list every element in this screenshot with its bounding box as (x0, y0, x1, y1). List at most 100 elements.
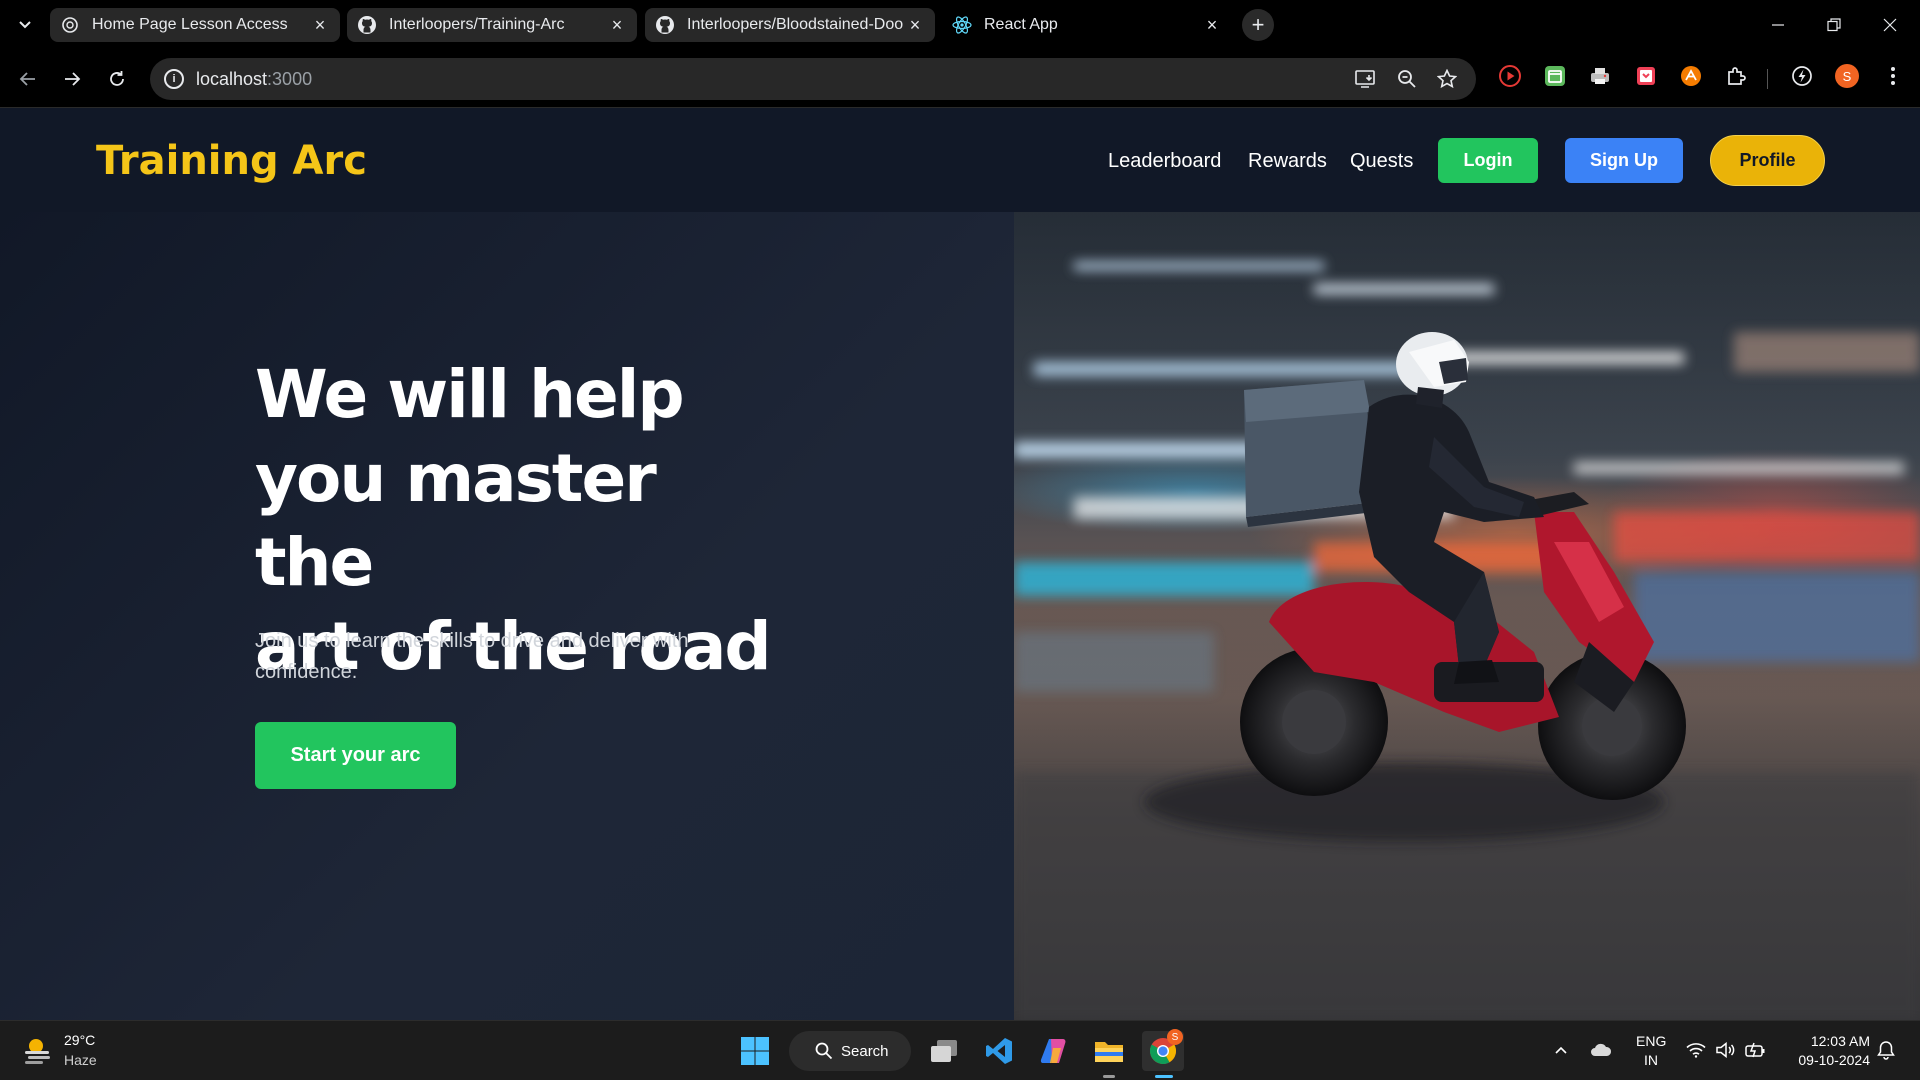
openai-icon (60, 15, 80, 35)
region-code: IN (1644, 1052, 1658, 1068)
install-app-icon[interactable] (1354, 67, 1378, 91)
browser-tab-bar: Home Page Lesson Access × Interloopers/T… (0, 0, 1920, 50)
signup-button[interactable]: Sign Up (1565, 138, 1683, 183)
more-vertical-icon (1891, 67, 1895, 85)
react-icon (952, 15, 972, 35)
green-extension-icon[interactable] (1542, 63, 1568, 89)
arrow-right-icon (65, 72, 81, 86)
show-hidden-icons-button[interactable] (1548, 1037, 1574, 1063)
new-tab-button[interactable]: + (1242, 9, 1274, 41)
profile-avatar[interactable]: S (1834, 63, 1860, 89)
nav-link-leaderboard[interactable]: Leaderboard (1108, 150, 1221, 173)
close-window-button[interactable] (1862, 0, 1918, 50)
nav-link-rewards[interactable]: Rewards (1248, 150, 1327, 173)
tab-title: React App (984, 16, 1058, 33)
tab-bloodstained-repo[interactable]: Interloopers/Bloodstained-Doo × (645, 8, 935, 42)
bookmark-star-icon[interactable] (1435, 67, 1459, 91)
search-label: Search (841, 1042, 889, 1060)
tab-title: Home Page Lesson Access (92, 16, 288, 33)
extensions-puzzle-icon[interactable] (1723, 63, 1749, 89)
file-explorer-app[interactable] (1091, 1033, 1127, 1069)
weather-temperature[interactable]: 29°C (64, 1032, 95, 1048)
forward-button[interactable] (56, 63, 88, 95)
windows-taskbar: 29°C Haze Search S ENG IN 12:03 AM 09-10… (0, 1020, 1920, 1080)
start-your-arc-button[interactable]: Start your arc (255, 722, 456, 789)
back-button[interactable] (12, 63, 44, 95)
volume-icon[interactable] (1713, 1037, 1739, 1063)
task-view-button[interactable] (926, 1033, 962, 1069)
onedrive-icon[interactable] (1588, 1037, 1614, 1063)
url-port: :3000 (267, 69, 313, 89)
clock-time: 12:03 AM (1810, 1033, 1870, 1049)
pocket-extension-icon[interactable] (1633, 63, 1659, 89)
app-running-indicator (1103, 1075, 1115, 1078)
tab-home-page-lesson-access[interactable]: Home Page Lesson Access × (50, 8, 340, 42)
url-text[interactable]: localhost:3000 (196, 69, 312, 90)
chrome-profile-badge: S (1167, 1029, 1183, 1045)
start-button[interactable] (737, 1033, 773, 1069)
close-icon (1883, 18, 1897, 32)
address-bar[interactable]: i localhost:3000 (150, 58, 1476, 100)
browser-menu-button[interactable] (1880, 63, 1906, 89)
taskbar-clock[interactable]: 12:03 AM 09-10-2024 (1780, 1032, 1870, 1070)
tab-search-button[interactable] (10, 10, 40, 40)
youtube-extension-icon[interactable] (1497, 63, 1523, 89)
chevron-up-icon (1555, 1046, 1567, 1054)
app-active-indicator (1155, 1075, 1173, 1078)
login-button[interactable]: Login (1438, 138, 1538, 183)
hero-title-line: We will help (255, 356, 685, 433)
hero-image (1014, 212, 1920, 1020)
tab-react-app[interactable]: React App × (942, 8, 1232, 42)
copilot-app[interactable] (1036, 1033, 1072, 1069)
weather-haze-icon[interactable] (22, 1036, 52, 1066)
site-logo[interactable]: Training Arc (96, 138, 367, 184)
language-code: ENG (1636, 1033, 1667, 1049)
input-language-indicator[interactable]: ENG IN (1636, 1032, 1666, 1070)
site-header: Training Arc Leaderboard Rewards Quests … (0, 108, 1920, 212)
minimize-window-button[interactable] (1750, 0, 1806, 50)
nav-link-quests[interactable]: Quests (1350, 150, 1413, 173)
minimize-icon (1772, 24, 1784, 26)
github-icon (357, 15, 377, 35)
close-tab-icon[interactable]: × (607, 15, 627, 35)
toolbar-divider (1767, 69, 1768, 89)
tab-title: Interloopers/Bloodstained-Doo (687, 16, 904, 33)
wifi-icon[interactable] (1683, 1037, 1709, 1063)
close-tab-icon[interactable]: × (905, 15, 925, 35)
restore-icon (1827, 18, 1841, 32)
reload-button[interactable] (101, 63, 133, 95)
clock-date: 09-10-2024 (1798, 1052, 1870, 1068)
chrome-app[interactable]: S (1142, 1029, 1184, 1071)
chevron-down-icon (19, 21, 31, 29)
zoom-icon[interactable] (1395, 67, 1419, 91)
profile-button[interactable]: Profile (1710, 135, 1825, 186)
tab-title: Interloopers/Training-Arc (389, 16, 565, 33)
restore-window-button[interactable] (1806, 0, 1862, 50)
hero-title-line: you master the (255, 440, 657, 601)
printer-extension-icon[interactable] (1587, 63, 1613, 89)
battery-charging-icon[interactable] (1743, 1037, 1769, 1063)
tab-training-arc-repo[interactable]: Interloopers/Training-Arc × (347, 8, 637, 42)
close-tab-icon[interactable]: × (310, 15, 330, 35)
url-host: localhost (196, 69, 268, 89)
folder-icon (1095, 1042, 1123, 1062)
taskbar-search[interactable]: Search (789, 1031, 911, 1071)
vscode-icon (986, 1038, 1012, 1064)
performance-icon[interactable] (1789, 63, 1815, 89)
browser-toolbar: i localhost:3000 S (0, 50, 1920, 108)
search-icon (815, 1042, 833, 1060)
copilot-icon (1040, 1039, 1066, 1063)
vscode-app[interactable] (981, 1033, 1017, 1069)
web-page: Training Arc Leaderboard Rewards Quests … (0, 108, 1920, 1020)
hero-subtitle: Join us to learn the skills to drive and… (255, 630, 689, 683)
profile-initial: S (1835, 64, 1859, 88)
arrow-left-icon (19, 72, 35, 86)
notifications-bell-icon[interactable] (1873, 1037, 1899, 1063)
github-icon (655, 15, 675, 35)
task-view-icon (931, 1040, 957, 1062)
weather-condition[interactable]: Haze (64, 1052, 97, 1068)
windows-logo-icon (741, 1037, 769, 1065)
close-tab-icon[interactable]: × (1202, 15, 1222, 35)
site-info-icon[interactable]: i (164, 69, 184, 89)
orange-extension-icon[interactable] (1678, 63, 1704, 89)
